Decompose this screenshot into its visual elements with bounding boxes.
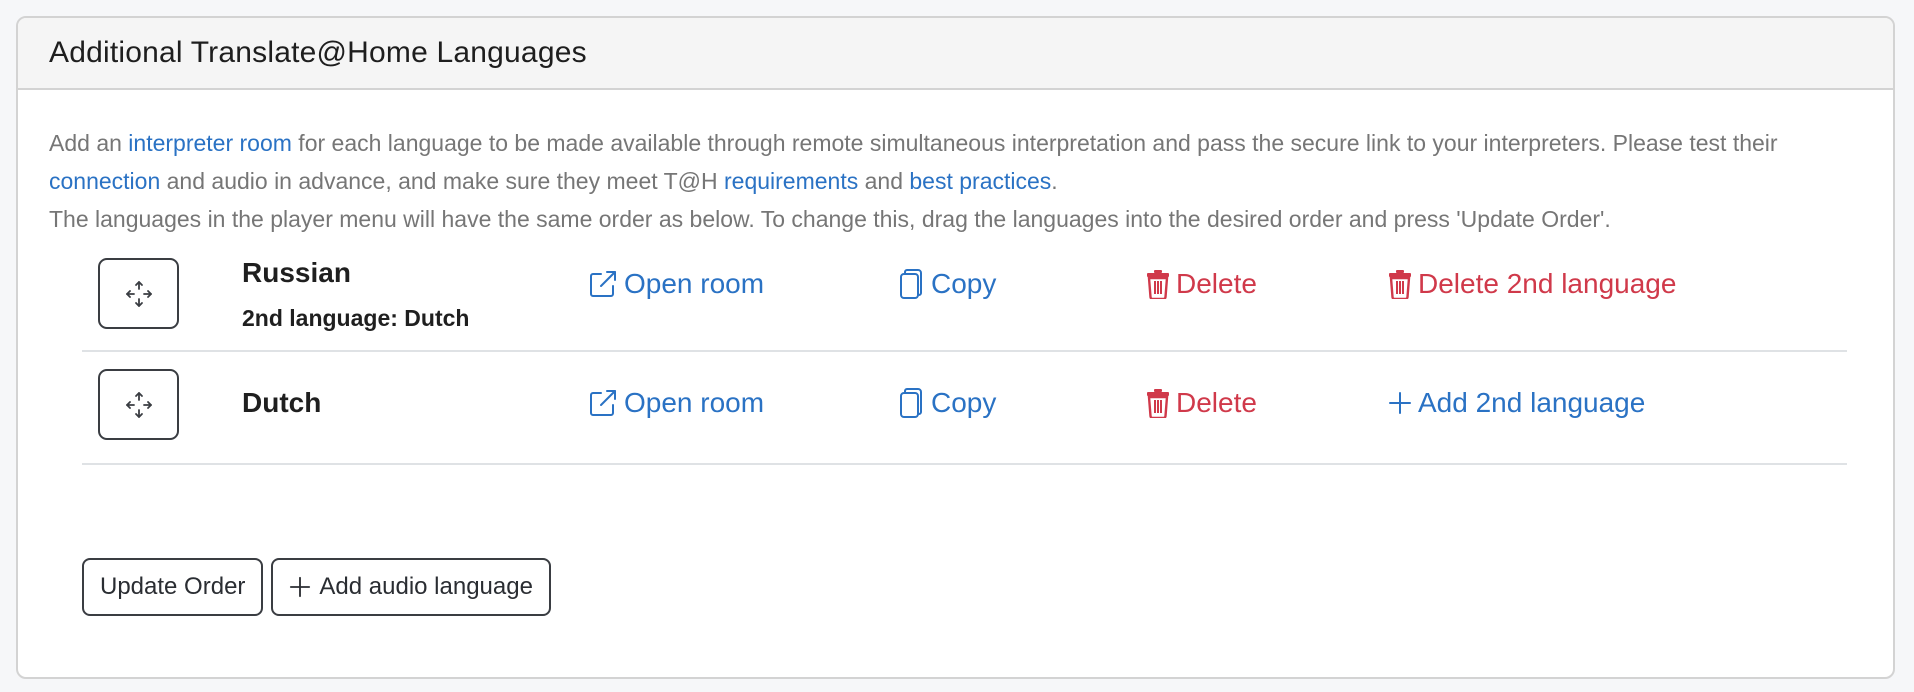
update-order-label: Update Order xyxy=(100,573,246,600)
open-room-button[interactable]: Open room xyxy=(588,387,764,419)
drag-handle[interactable] xyxy=(98,369,179,440)
delete-label: Delete xyxy=(1176,268,1257,299)
trash-icon xyxy=(1147,270,1169,299)
add-audio-language-label: Add audio language xyxy=(319,573,533,600)
copy-label: Copy xyxy=(931,387,997,418)
connection-link[interactable]: connection xyxy=(49,168,160,194)
copy-label: Copy xyxy=(931,268,997,299)
copy-link-button[interactable]: Copy xyxy=(899,268,996,300)
copy-link-button[interactable]: Copy xyxy=(899,387,996,419)
language-row: Dutch Open room Copy Delete Add 2nd lang… xyxy=(82,352,1847,465)
intro-text-segment: and xyxy=(858,168,910,194)
open-room-button[interactable]: Open room xyxy=(588,268,764,300)
plus-icon xyxy=(290,576,311,598)
open-room-label: Open room xyxy=(624,387,765,418)
delete-label: Delete xyxy=(1176,387,1257,418)
panel-title: Additional Translate@Home Languages xyxy=(49,36,587,69)
add-second-language-button[interactable]: Add 2nd language xyxy=(1388,387,1645,419)
action-buttons: Update Order Add audio language xyxy=(82,558,551,616)
languages-panel: Additional Translate@Home Languages Add … xyxy=(16,16,1895,679)
trash-icon xyxy=(1389,270,1411,299)
second-language-label: 2nd language: Dutch xyxy=(242,305,470,331)
language-name: Russian xyxy=(242,257,351,288)
add-audio-language-button[interactable]: Add audio language xyxy=(271,558,551,616)
language-name: Dutch xyxy=(242,387,322,418)
move-arrows-icon xyxy=(125,280,152,307)
update-order-button[interactable]: Update Order xyxy=(82,558,264,616)
copy-icon xyxy=(900,388,922,418)
delete-language-button[interactable]: Delete xyxy=(1146,268,1257,300)
panel-body: Add an interpreter room for each languag… xyxy=(18,124,1893,238)
trash-icon xyxy=(1147,389,1169,418)
intro-text-segment: for each language to be made available t… xyxy=(291,130,1778,156)
delete-language-button[interactable]: Delete xyxy=(1146,387,1257,419)
best-practices-link[interactable]: best practices xyxy=(909,168,1051,194)
open-room-label: Open room xyxy=(624,268,765,299)
copy-icon xyxy=(900,269,922,299)
delete-second-language-label: Delete 2nd language xyxy=(1418,268,1677,299)
delete-second-language-button[interactable]: Delete 2nd language xyxy=(1388,268,1676,300)
interpreter-room-link[interactable]: interpreter room xyxy=(128,130,292,156)
plus-icon xyxy=(1389,392,1411,414)
drag-handle[interactable] xyxy=(98,258,179,329)
external-link-icon xyxy=(590,390,616,416)
intro-text: Add an interpreter room for each languag… xyxy=(49,124,1849,238)
intro-text-segment: . xyxy=(1051,168,1058,194)
requirements-link[interactable]: requirements xyxy=(724,168,858,194)
language-row: Russian 2nd language: Dutch Open room Co… xyxy=(82,226,1847,352)
language-list: Russian 2nd language: Dutch Open room Co… xyxy=(82,226,1847,465)
intro-text-segment: and audio in advance, and make sure they… xyxy=(160,168,724,194)
intro-text-segment: Add an xyxy=(49,130,129,156)
external-link-icon xyxy=(590,271,616,297)
panel-header: Additional Translate@Home Languages xyxy=(18,18,1893,90)
add-second-language-label: Add 2nd language xyxy=(1418,387,1646,418)
move-arrows-icon xyxy=(125,391,152,418)
